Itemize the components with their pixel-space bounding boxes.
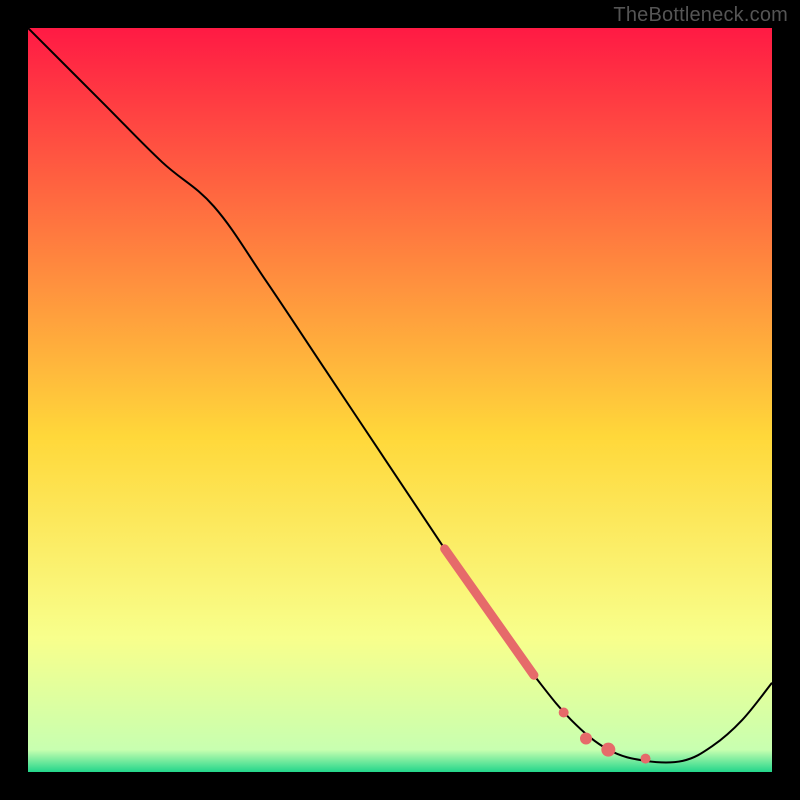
dot-c xyxy=(601,743,615,757)
dot-a xyxy=(559,707,569,717)
chart-container: TheBottleneck.com xyxy=(0,0,800,800)
dot-d xyxy=(641,754,651,764)
chart-svg xyxy=(28,28,772,772)
plot-area xyxy=(28,28,772,772)
watermark-text: TheBottleneck.com xyxy=(613,4,788,27)
dot-b xyxy=(580,733,592,745)
